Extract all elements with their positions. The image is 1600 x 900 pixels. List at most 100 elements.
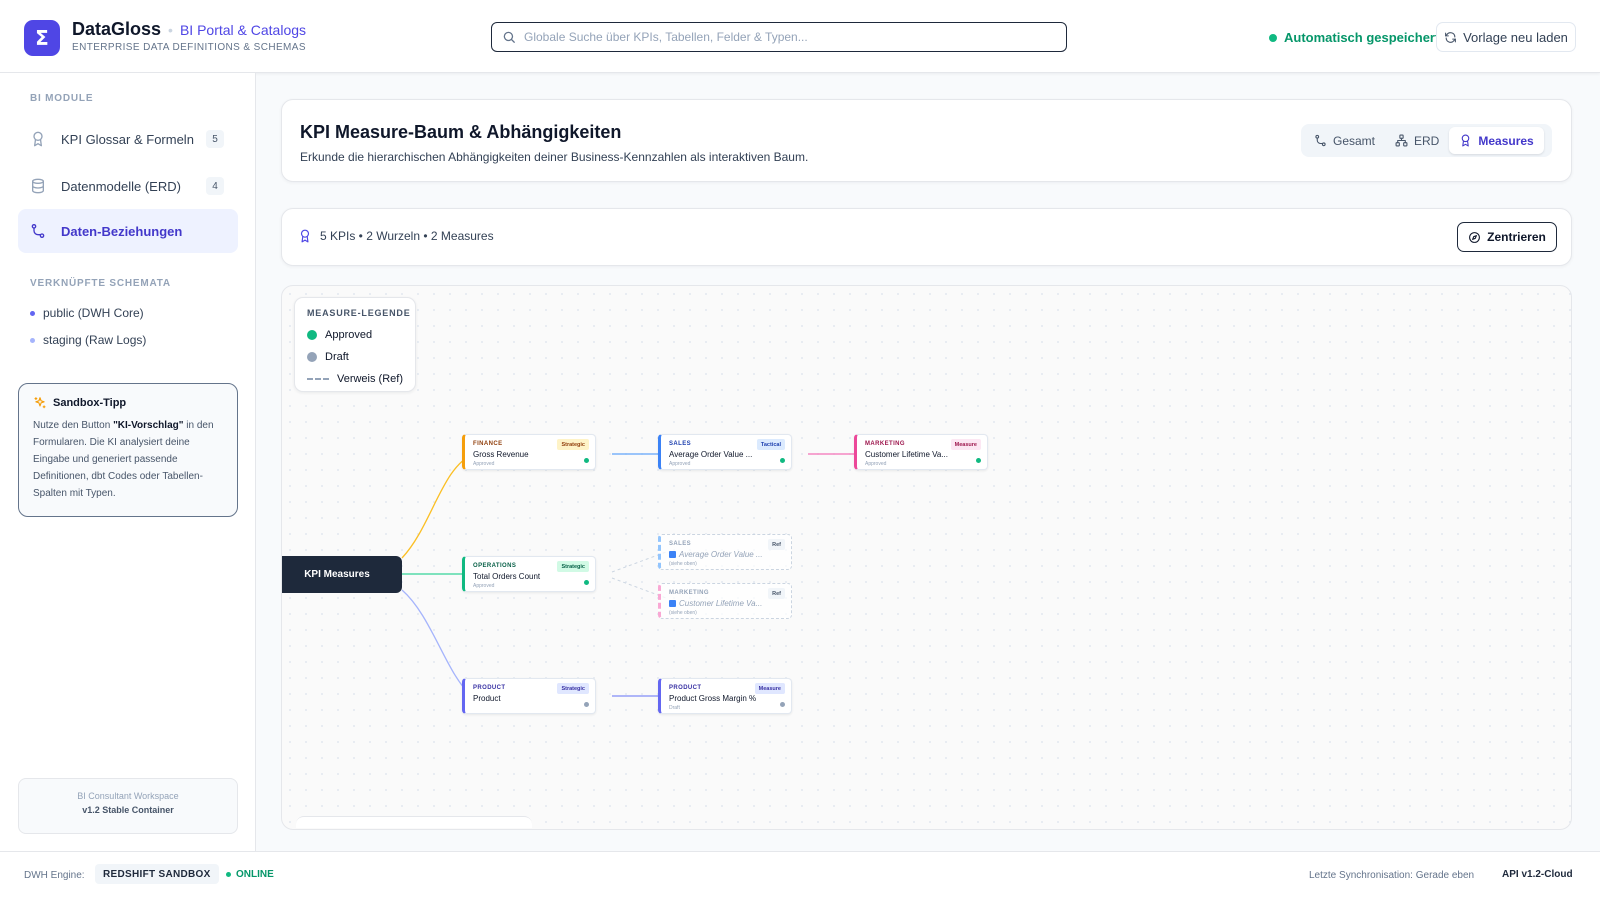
view-switcher: Gesamt ERD Measures bbox=[1301, 124, 1552, 157]
award-icon bbox=[1459, 134, 1472, 147]
sitemap-icon bbox=[1395, 134, 1408, 147]
approved-dot bbox=[307, 330, 317, 340]
brand-subtitle: BI Portal & Catalogs bbox=[179, 22, 307, 38]
legend-label: Verweis (Ref) bbox=[336, 373, 403, 385]
status-dot bbox=[780, 458, 785, 463]
schema-label: staging (Raw Logs) bbox=[43, 333, 147, 347]
legend-approved: Approved bbox=[307, 324, 403, 346]
node-badge: Strategic bbox=[557, 439, 589, 450]
node-status: Approved bbox=[473, 583, 495, 589]
schema-item-public[interactable]: public (DWH Core) bbox=[30, 306, 144, 320]
status-dot bbox=[584, 580, 589, 585]
search-input[interactable] bbox=[524, 30, 1044, 44]
tip-highlight: "KI-Vorschlag" bbox=[113, 420, 184, 431]
tree-node-product[interactable]: PRODUCT Product Strategic bbox=[462, 678, 596, 714]
tab-label: Measures bbox=[1478, 133, 1534, 148]
tree-node-product-gross-margin[interactable]: PRODUCT Product Gross Margin % Draft Mea… bbox=[658, 678, 792, 714]
measure-legend: MEASURE-LEGENDE Approved Draft Verweis (… bbox=[294, 297, 416, 392]
legend-label: Draft bbox=[325, 351, 349, 363]
tree-stats: 5 KPIs • 2 Wurzeln • 2 Measures bbox=[298, 229, 494, 243]
draft-dot bbox=[307, 352, 317, 362]
legend-ref: Verweis (Ref) bbox=[307, 368, 403, 390]
node-name: Product Gross Margin % bbox=[669, 694, 757, 703]
online-status: ONLINE bbox=[226, 869, 274, 880]
brand-name: DataGloss bbox=[72, 19, 162, 39]
node-status: Approved bbox=[669, 461, 691, 467]
relation-icon bbox=[30, 223, 50, 239]
global-search[interactable] bbox=[491, 22, 1067, 52]
node-category: PRODUCT bbox=[473, 685, 506, 691]
tab-label: Gesamt bbox=[1333, 133, 1376, 148]
legend-draft: Draft bbox=[307, 346, 403, 368]
node-badge: Measure bbox=[950, 439, 981, 450]
node-category: PRODUCT bbox=[669, 685, 702, 691]
engine-label: DWH Engine: bbox=[24, 870, 85, 881]
tip-text-part: in den Formularen. Die KI analysiert dei… bbox=[33, 420, 214, 499]
toolbar-card: 5 KPIs • 2 Wurzeln • 2 Measures Zentrier… bbox=[281, 208, 1572, 266]
node-category: OPERATIONS bbox=[473, 563, 517, 569]
sidebar-item-datenmodelle[interactable]: Datenmodelle (ERD) 4 bbox=[18, 164, 238, 208]
center-button[interactable]: Zentrieren bbox=[1457, 222, 1557, 252]
node-badge: Ref bbox=[768, 588, 785, 599]
page-subtitle: Erkunde die hierarchischen Abhängigkeite… bbox=[300, 150, 809, 164]
refresh-icon bbox=[1444, 31, 1457, 44]
node-badge: Strategic bbox=[557, 683, 589, 694]
sidebar-item-daten-beziehungen[interactable]: Daten-Beziehungen bbox=[18, 209, 238, 253]
count-badge: 4 bbox=[206, 177, 224, 195]
workspace-version: v1.2 Stable Container bbox=[82, 805, 174, 815]
tip-text-part: Nutze den Button bbox=[33, 420, 114, 431]
award-icon bbox=[298, 229, 312, 243]
sidebar-item-kpi-glossar[interactable]: KPI Glossar & Formeln 5 bbox=[18, 117, 238, 161]
legend-title: MEASURE-LEGENDE bbox=[307, 308, 411, 318]
legend-label: Approved bbox=[325, 329, 373, 341]
brand: DataGloss • BI Portal & Catalogs bbox=[72, 19, 306, 40]
tab-gesamt[interactable]: Gesamt bbox=[1304, 127, 1385, 154]
tree-root-node[interactable]: KPI Measures bbox=[282, 556, 402, 593]
reload-template-button[interactable]: Vorlage neu laden bbox=[1436, 22, 1576, 52]
status-dot bbox=[584, 458, 589, 463]
edge-root-gross-revenue bbox=[401, 453, 475, 559]
tree-node-total-orders-count[interactable]: OPERATIONS Total Orders Count Approved S… bbox=[462, 556, 596, 592]
engine-badge: REDSHIFT SANDBOX bbox=[95, 864, 219, 884]
tab-erd[interactable]: ERD bbox=[1385, 127, 1449, 154]
node-category: SALES bbox=[669, 441, 692, 447]
api-version: API v1.2-Cloud bbox=[1502, 869, 1573, 880]
center-label: Zentrieren bbox=[1487, 230, 1546, 244]
node-name: Customer Lifetime Va... bbox=[865, 450, 948, 459]
logo-icon: Σ bbox=[24, 20, 60, 56]
node-badge: Strategic bbox=[557, 561, 589, 572]
tree-canvas[interactable]: MEASURE-LEGENDE Approved Draft Verweis (… bbox=[281, 285, 1572, 830]
search-icon bbox=[503, 31, 515, 43]
tab-measures[interactable]: Measures bbox=[1449, 127, 1544, 154]
node-badge: Measure bbox=[754, 683, 785, 694]
sync-status: Letzte Synchronisation: Gerade eben bbox=[1309, 870, 1475, 881]
schema-item-staging[interactable]: staging (Raw Logs) bbox=[30, 333, 146, 347]
compass-icon bbox=[1468, 231, 1481, 244]
minimap-panel bbox=[296, 816, 532, 828]
tree-node-customer-lifetime-value[interactable]: MARKETING Customer Lifetime Va... Approv… bbox=[854, 434, 988, 470]
page-header-card: KPI Measure-Baum & Abhängigkeiten Erkund… bbox=[281, 99, 1572, 182]
tree-node-average-order-value[interactable]: SALES Average Order Value ... Approved T… bbox=[658, 434, 792, 470]
tree-node-gross-revenue[interactable]: FINANCE Gross Revenue Approved Strategic bbox=[462, 434, 596, 470]
sandbox-tip: Sandbox-Tipp Nutze den Button "KI-Vorsch… bbox=[18, 383, 238, 517]
status-dot bbox=[584, 702, 589, 707]
status-dot bbox=[1269, 33, 1277, 42]
tree-node-ref-average-order-value[interactable]: SALES Average Order Value ... (siehe obe… bbox=[658, 534, 792, 570]
node-name-text: Customer Lifetime Va... bbox=[679, 599, 763, 608]
brand-separator: • bbox=[168, 22, 173, 38]
dashed-line-icon bbox=[307, 378, 329, 380]
status-dot bbox=[976, 458, 981, 463]
tab-label: ERD bbox=[1414, 133, 1440, 148]
tip-text: Nutze den Button "KI-Vorschlag" in den F… bbox=[33, 417, 223, 502]
reload-label: Vorlage neu laden bbox=[1463, 29, 1568, 45]
node-status: Approved bbox=[473, 461, 495, 467]
sidebar-section-modules: BI MODULE bbox=[30, 93, 94, 104]
database-icon bbox=[30, 178, 50, 194]
online-label: ONLINE bbox=[236, 869, 274, 880]
workspace-info: BI Consultant Workspace v1.2 Stable Cont… bbox=[18, 778, 238, 834]
app-header: Σ DataGloss • BI Portal & Catalogs ENTER… bbox=[0, 0, 1600, 73]
tree-node-ref-customer-lifetime-value[interactable]: MARKETING Customer Lifetime Va... (siehe… bbox=[658, 583, 792, 619]
node-name: Customer Lifetime Va... bbox=[669, 599, 769, 608]
node-status: Draft bbox=[669, 705, 680, 711]
sidebar-item-label: Datenmodelle (ERD) bbox=[61, 178, 181, 194]
